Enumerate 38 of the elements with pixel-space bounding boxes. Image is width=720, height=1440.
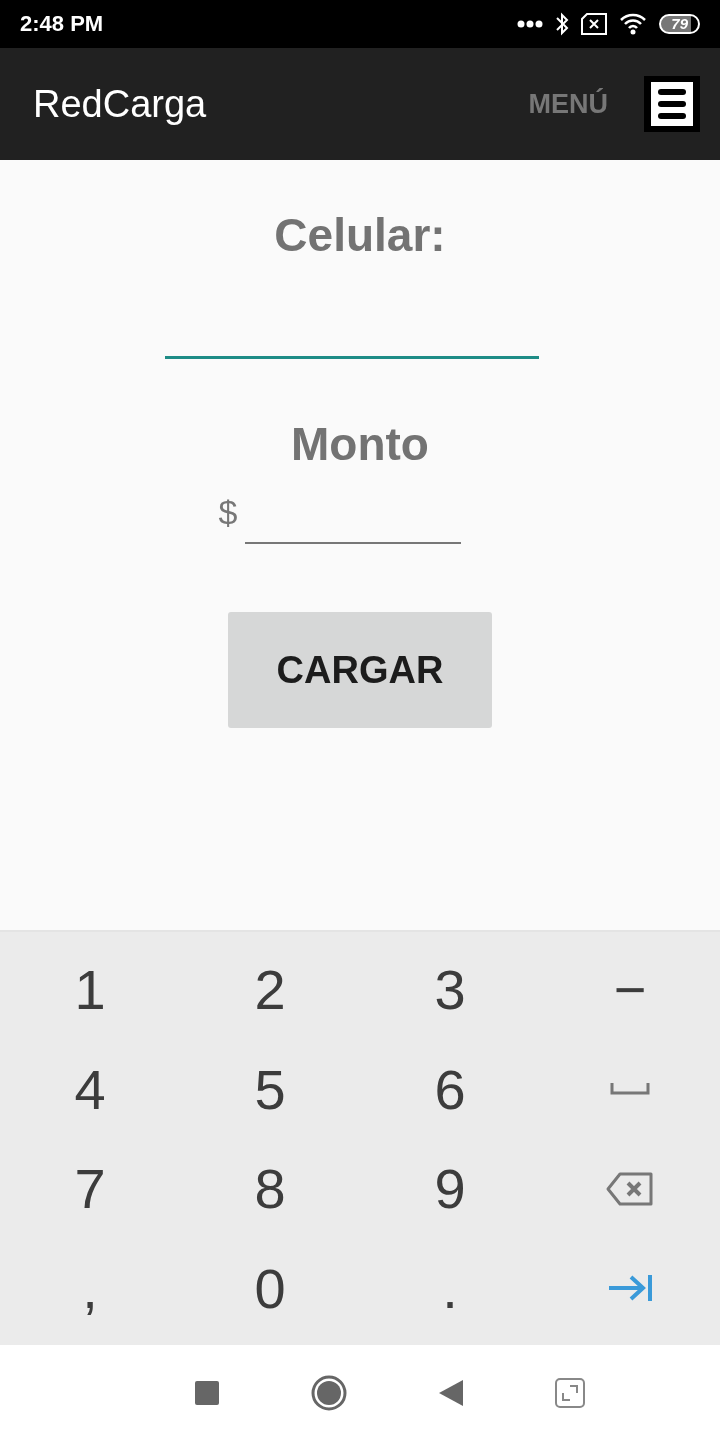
keyboard-key[interactable]: 9 — [360, 1146, 540, 1246]
square-icon — [195, 1380, 219, 1405]
cargar-button[interactable]: CARGAR — [228, 612, 492, 728]
keyboard-key[interactable]: 6 — [360, 1046, 540, 1146]
bluetooth-icon — [555, 12, 570, 36]
keyboard-key[interactable]: 1 — [0, 947, 180, 1047]
status-time: 2:48 PM — [20, 11, 104, 37]
menu-icon — [651, 82, 693, 126]
keyboard-key[interactable]: − — [540, 947, 720, 1047]
amount-label: Monto — [291, 417, 429, 471]
back-button[interactable] — [439, 1379, 463, 1406]
keyboard-key[interactable]: 8 — [180, 1146, 360, 1246]
battery-indicator: 79 — [659, 14, 700, 34]
back-triangle-icon — [439, 1379, 463, 1406]
space-icon — [610, 1083, 650, 1096]
no-sim-icon — [581, 13, 608, 35]
keyboard-key[interactable]: , — [0, 1245, 180, 1345]
expand-icon — [555, 1377, 585, 1408]
tab-arrow-icon — [607, 1273, 653, 1304]
keyboard-key[interactable]: 7 — [0, 1146, 180, 1246]
app-title: RedCarga — [33, 82, 208, 126]
keyboard-key[interactable]: 5 — [180, 1046, 360, 1146]
keyboard-key[interactable]: 4 — [0, 1046, 180, 1146]
currency-symbol: $ — [218, 493, 238, 533]
menu-label: MENÚ — [528, 88, 608, 120]
keyboard-key[interactable]: 2 — [180, 947, 360, 1047]
keyboard-key[interactable]: 0 — [180, 1245, 360, 1345]
recents-button[interactable] — [195, 1380, 219, 1405]
home-button[interactable] — [311, 1374, 347, 1411]
menu-button[interactable] — [644, 76, 700, 132]
phone-label: Celular: — [274, 208, 446, 262]
more-dots-icon — [517, 20, 544, 28]
keyboard-key[interactable]: . — [360, 1245, 540, 1345]
wifi-icon — [619, 13, 648, 35]
backspace-icon — [606, 1171, 654, 1206]
keyboard-key[interactable]: 3 — [360, 947, 540, 1047]
fullscreen-button[interactable] — [555, 1377, 585, 1408]
home-circle-icon — [311, 1374, 347, 1411]
